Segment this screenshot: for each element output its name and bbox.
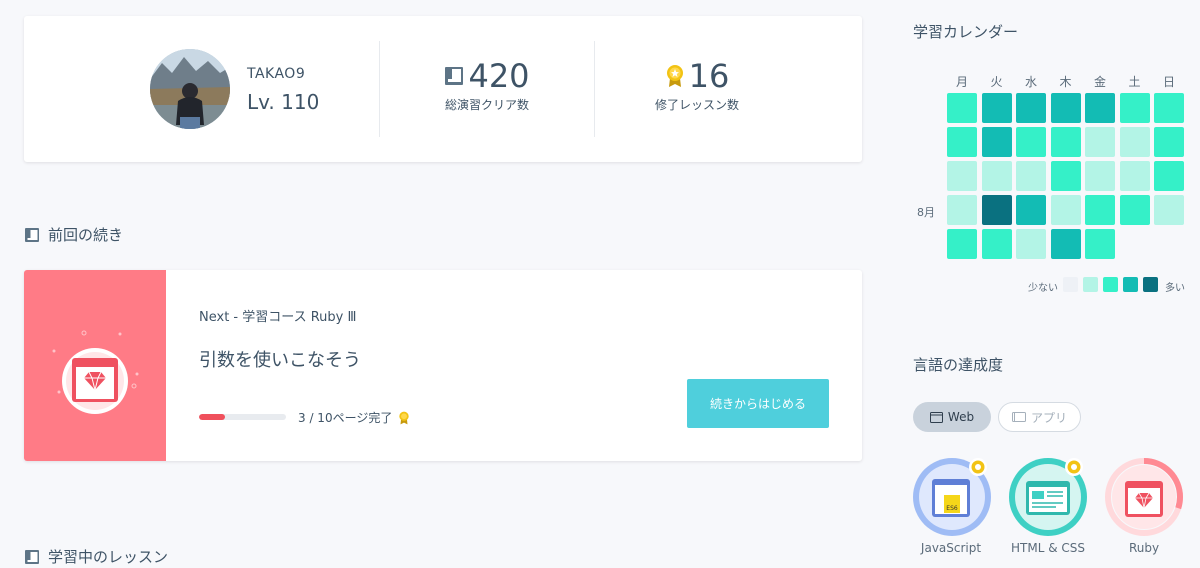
weekday-label: 木 — [1059, 75, 1072, 89]
user-level: Lv. 110 — [247, 90, 320, 114]
calendar-day-cell[interactable] — [947, 161, 977, 191]
calendar-day-cell[interactable] — [981, 127, 1012, 157]
ruby-course-icon — [52, 330, 139, 414]
window-icon — [929, 411, 943, 423]
section-title-text: 前回の続き — [48, 226, 124, 244]
ruby-icon — [1105, 458, 1183, 536]
calendar-day-cell[interactable] — [981, 229, 1012, 259]
section-title-continue: 前回の続き — [24, 224, 123, 245]
calendar-day-cell[interactable] — [1154, 93, 1184, 123]
calendar-day-cell[interactable] — [947, 93, 977, 123]
calendar-day-cell[interactable] — [1085, 127, 1115, 157]
javascript-icon: ES6 — [913, 458, 991, 536]
calendar-day-cell[interactable] — [1154, 161, 1184, 191]
calendar-day-cell[interactable] — [1154, 127, 1184, 157]
divider — [379, 41, 380, 137]
legend-swatch — [1063, 277, 1078, 292]
calendar-day-cell[interactable] — [947, 127, 977, 157]
calendar-day-cell[interactable] — [1050, 93, 1081, 123]
tab-web-label: Web — [947, 410, 975, 424]
calendar-title: 学習カレンダー — [913, 23, 1019, 41]
weekday-label: 金 — [1093, 75, 1106, 89]
avatar-photo — [150, 49, 230, 129]
calendar-day-cell[interactable] — [1119, 161, 1150, 191]
legend-high-label: 多い — [1165, 283, 1185, 294]
weekday-label: 日 — [1162, 75, 1175, 89]
calendar-day-cell[interactable] — [981, 195, 1012, 225]
progress-info: 3 / 10ページ完了 — [298, 409, 410, 426]
calendar-day-cell[interactable] — [1119, 93, 1150, 123]
language-badge-html-css[interactable] — [1008, 457, 1088, 537]
calendar-day-cell[interactable] — [1050, 161, 1081, 191]
stat-label: 修了レッスン数 — [654, 98, 739, 112]
month-label: 8月 — [917, 206, 935, 219]
legend-swatch — [1103, 277, 1118, 292]
stat-exercises: 420 総演習クリア数 — [387, 56, 587, 113]
username: TAKAO9 — [247, 66, 306, 82]
weekday-label: 月 — [955, 75, 968, 89]
profile-card: TAKAO9 Lv. 110 420 総演習クリア数 16 修了レッスン数 — [24, 16, 862, 162]
calendar-day-cell[interactable] — [1016, 195, 1046, 225]
progress-text: 3 / 10ページ完了 — [298, 411, 393, 425]
legend-swatch — [1123, 277, 1138, 292]
calendar-day-cell[interactable] — [1085, 229, 1115, 259]
divider — [594, 41, 595, 137]
device-icon — [1011, 412, 1026, 422]
calendar-day-cell[interactable] — [1016, 229, 1046, 259]
resume-button[interactable]: 続きからはじめる — [687, 379, 829, 428]
legend-swatch — [1083, 277, 1098, 292]
calendar-day-cell[interactable] — [1050, 195, 1081, 225]
calendar-day-cell[interactable] — [947, 229, 977, 259]
medal-icon — [666, 65, 683, 87]
calendar-day-cell[interactable] — [1016, 127, 1046, 157]
weekday-label: 水 — [1024, 75, 1037, 89]
section-title-lessons: 学習中のレッスン — [24, 546, 168, 567]
course-name: Next - 学習コース Ruby Ⅲ — [199, 310, 357, 325]
language-name: JavaScript — [920, 541, 982, 555]
calendar-day-cell[interactable] — [1016, 93, 1046, 123]
stat-value: 420 — [468, 57, 530, 95]
language-badge-ruby[interactable] — [1104, 457, 1184, 537]
stat-value: 16 — [688, 57, 730, 95]
calendar-day-cell[interactable] — [981, 161, 1012, 191]
weekday-label: 火 — [990, 75, 1003, 89]
language-name: HTML & CSS — [1011, 541, 1085, 555]
avatar[interactable] — [150, 49, 230, 129]
language-badge-javascript[interactable]: ES6 — [912, 457, 992, 537]
progress-bar — [199, 414, 286, 420]
tab-app-label: アプリ — [1030, 410, 1067, 425]
calendar-day-cell[interactable] — [1050, 229, 1081, 259]
calendar-day-cell[interactable] — [981, 93, 1012, 123]
stat-label: 総演習クリア数 — [444, 98, 529, 112]
book-icon — [25, 549, 39, 564]
calendar-day-cell[interactable] — [1154, 195, 1184, 225]
tab-app[interactable]: アプリ — [998, 402, 1081, 432]
html-css-icon — [1009, 458, 1087, 536]
legend-low-label: 少ない — [1028, 283, 1058, 294]
calendar-day-cell[interactable] — [947, 195, 977, 225]
weekday-label: 土 — [1128, 75, 1141, 89]
book-icon — [445, 67, 464, 85]
calendar-day-cell[interactable] — [1050, 127, 1081, 157]
course-thumbnail — [24, 270, 166, 461]
continue-card[interactable]: Next - 学習コース Ruby Ⅲ 引数を使いこなそう 3 / 10ページ完… — [24, 270, 862, 461]
section-title-text: 学習中のレッスン — [48, 548, 169, 566]
book-icon — [25, 227, 39, 242]
calendar-day-cell[interactable] — [1119, 195, 1150, 225]
legend-swatch — [1143, 277, 1158, 292]
calendar-day-cell[interactable] — [1085, 161, 1115, 191]
calendar-day-cell[interactable] — [1085, 195, 1115, 225]
calendar-day-cell[interactable] — [1085, 93, 1115, 123]
medal-icon — [399, 411, 410, 424]
lesson-title: 引数を使いこなそう — [199, 350, 361, 371]
languages-title: 言語の達成度 — [913, 356, 1004, 374]
progress-fill — [199, 414, 226, 420]
tab-web[interactable]: Web — [913, 402, 991, 432]
stat-lessons: 16 修了レッスン数 — [597, 56, 797, 113]
calendar-day-cell[interactable] — [1119, 127, 1150, 157]
calendar-day-cell[interactable] — [1016, 161, 1046, 191]
language-name: Ruby — [1128, 541, 1160, 555]
svg-text:ES6: ES6 — [946, 505, 958, 512]
